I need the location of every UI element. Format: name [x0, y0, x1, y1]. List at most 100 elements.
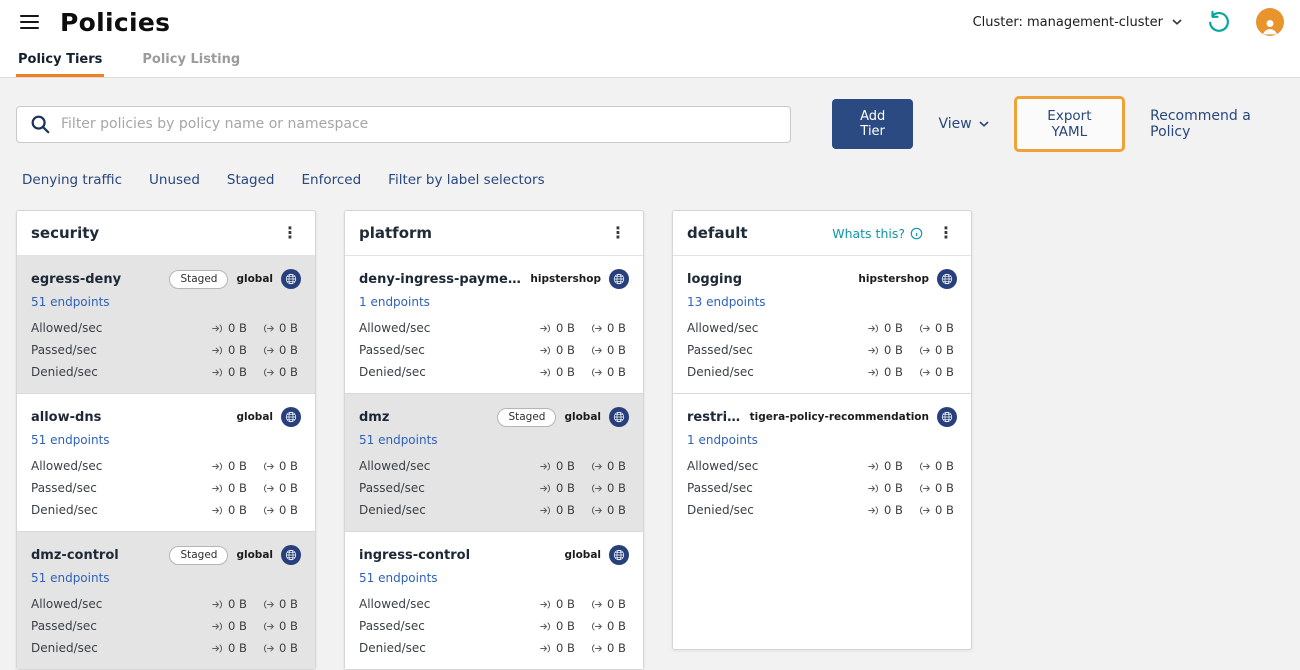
user-avatar[interactable]: [1256, 8, 1284, 36]
metric-label-denied: Denied/sec: [31, 365, 98, 379]
endpoints-link[interactable]: 51 endpoints: [359, 571, 438, 585]
view-dropdown[interactable]: View: [938, 116, 989, 132]
policy-name[interactable]: allow-dns: [31, 410, 228, 425]
endpoints-link[interactable]: 51 endpoints: [31, 433, 110, 447]
endpoints-link[interactable]: 51 endpoints: [31, 571, 110, 585]
ingress-icon: [540, 643, 551, 653]
metric-value: 0 B: [884, 459, 903, 473]
policy-name[interactable]: dmz: [359, 410, 489, 425]
export-yaml-button[interactable]: Export YAML: [1013, 96, 1126, 152]
policy-name[interactable]: ingress-control: [359, 548, 556, 563]
metric-label-allowed: Allowed/sec: [359, 321, 431, 335]
header-right: Cluster: management-cluster: [973, 7, 1284, 37]
egress-icon: [591, 621, 602, 631]
policy-row-deny-ingress-paymentservice[interactable]: deny-ingress-paymentservi... hipstershop…: [345, 256, 643, 394]
metric-value: 0 B: [556, 321, 575, 335]
egress-icon: [591, 643, 602, 653]
policy-row-allow-dns[interactable]: allow-dns global 51 endpoints Allowed/se…: [17, 394, 315, 532]
policy-name[interactable]: dmz-control: [31, 548, 161, 563]
tab-policy-tiers[interactable]: Policy Tiers: [16, 44, 105, 77]
metric-label-allowed: Allowed/sec: [31, 321, 103, 335]
chevron-down-icon: [1172, 19, 1182, 25]
hamburger-menu-icon[interactable]: [16, 11, 43, 34]
policy-name[interactable]: restricted: [687, 410, 742, 425]
tier-kebab-menu-icon[interactable]: ⋮: [279, 225, 301, 241]
info-icon: [910, 227, 923, 239]
metric-value: 0 B: [607, 619, 626, 633]
ingress-icon: [212, 367, 223, 377]
egress-icon: [263, 643, 274, 653]
user-icon: [1262, 20, 1278, 35]
policy-name[interactable]: logging: [687, 272, 850, 287]
metric-value: 0 B: [607, 503, 626, 517]
policy-row-restricted[interactable]: restricted tigera-policy-recommendation …: [673, 394, 971, 531]
egress-icon: [919, 345, 930, 355]
policy-metrics: Allowed/sec 0 B 0 B Passed/sec 0 B 0 B Denie…: [31, 317, 301, 383]
filter-label-selectors[interactable]: Filter by label selectors: [388, 172, 544, 188]
history-button[interactable]: [1204, 7, 1234, 37]
tab-policy-listing[interactable]: Policy Listing: [140, 44, 242, 77]
recommend-policy-link[interactable]: Recommend a Policy: [1150, 108, 1284, 140]
policy-row-ingress-control[interactable]: ingress-control global 51 endpoints Allo…: [345, 532, 643, 669]
ingress-icon: [212, 345, 223, 355]
policy-row-egress-deny[interactable]: egress-deny Staged global 51 endpoints A…: [17, 256, 315, 394]
metric-label-allowed: Allowed/sec: [687, 459, 759, 473]
metric-value: 0 B: [935, 481, 954, 495]
filter-enforced[interactable]: Enforced: [302, 172, 362, 188]
policy-row-logging[interactable]: logging hipstershop 13 endpoints Allowed…: [673, 256, 971, 394]
tier-header: default Whats this? ⋮: [673, 211, 971, 256]
metric-label-denied: Denied/sec: [359, 365, 426, 379]
metric-value: 0 B: [607, 321, 626, 335]
tier-name: security: [31, 224, 100, 242]
tier-kebab-menu-icon[interactable]: ⋮: [607, 225, 629, 241]
egress-icon: [263, 505, 274, 515]
metric-value: 0 B: [935, 365, 954, 379]
filter-unused[interactable]: Unused: [149, 172, 200, 188]
globe-icon: [281, 545, 301, 565]
metric-value: 0 B: [607, 641, 626, 655]
metric-value: 0 B: [279, 321, 298, 335]
metric-value: 0 B: [228, 459, 247, 473]
cluster-selector[interactable]: Cluster: management-cluster: [973, 15, 1182, 30]
add-tier-button[interactable]: Add Tier: [831, 99, 914, 149]
egress-icon: [919, 505, 930, 515]
metric-label-passed: Passed/sec: [31, 481, 97, 495]
metric-value: 0 B: [935, 503, 954, 517]
filter-staged[interactable]: Staged: [227, 172, 275, 188]
metric-value: 0 B: [556, 481, 575, 495]
ingress-icon: [212, 643, 223, 653]
metric-label-allowed: Allowed/sec: [359, 459, 431, 473]
tier-kebab-menu-icon[interactable]: ⋮: [935, 225, 957, 241]
metric-value: 0 B: [556, 503, 575, 517]
ingress-icon: [540, 345, 551, 355]
endpoints-link[interactable]: 51 endpoints: [359, 433, 438, 447]
metric-label-allowed: Allowed/sec: [687, 321, 759, 335]
metric-value: 0 B: [556, 343, 575, 357]
policy-row-dmz-control[interactable]: dmz-control Staged global 51 endpoints A…: [17, 532, 315, 669]
endpoints-link[interactable]: 13 endpoints: [687, 295, 766, 309]
metric-value: 0 B: [556, 619, 575, 633]
search-input[interactable]: [61, 116, 778, 132]
metric-label-denied: Denied/sec: [31, 503, 98, 517]
policy-metrics: Allowed/sec 0 B 0 B Passed/sec 0 B 0 B Denie…: [359, 455, 629, 521]
metric-label-allowed: Allowed/sec: [31, 459, 103, 473]
policy-metrics: Allowed/sec 0 B 0 B Passed/sec 0 B 0 B Denie…: [359, 593, 629, 659]
ingress-icon: [868, 323, 879, 333]
policy-scope-label: global: [564, 549, 601, 561]
egress-icon: [263, 345, 274, 355]
endpoints-link[interactable]: 1 endpoints: [359, 295, 430, 309]
policy-scope-label: global: [236, 273, 273, 285]
policy-row-dmz[interactable]: dmz Staged global 51 endpoints Allowed/s…: [345, 394, 643, 532]
search-box: [16, 105, 791, 143]
metric-label-denied: Denied/sec: [687, 503, 754, 517]
endpoints-link[interactable]: 51 endpoints: [31, 295, 110, 309]
metric-value: 0 B: [279, 619, 298, 633]
endpoints-link[interactable]: 1 endpoints: [687, 433, 758, 447]
policy-name[interactable]: deny-ingress-paymentservi...: [359, 272, 522, 287]
ingress-icon: [868, 461, 879, 471]
filter-denying-traffic[interactable]: Denying traffic: [22, 172, 122, 188]
tier-card-default: default Whats this? ⋮ logging hipstersho…: [672, 210, 972, 650]
whats-this-link[interactable]: Whats this?: [832, 226, 923, 241]
toolbar-actions: Add Tier View Export YAML Recommend a Po…: [831, 96, 1284, 152]
policy-name[interactable]: egress-deny: [31, 272, 161, 287]
